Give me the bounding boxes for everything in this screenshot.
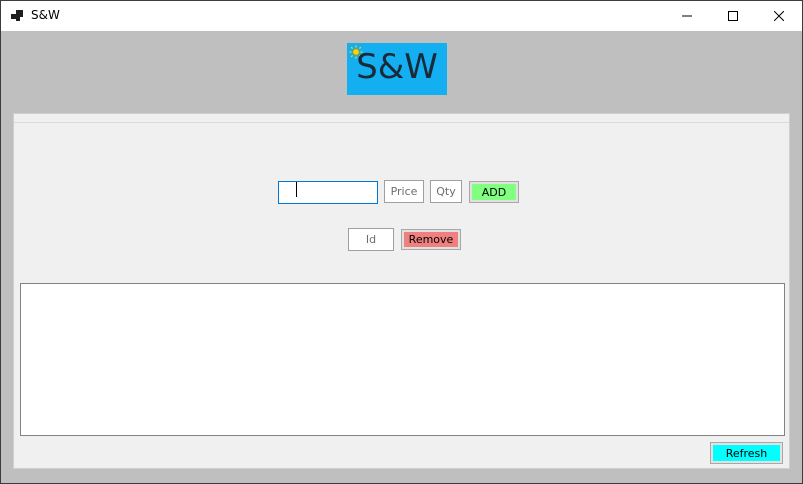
qty-input[interactable] [430,180,462,203]
window-bottom-edge [1,469,802,483]
add-button-label: ADD [472,184,516,200]
remove-button-label: Remove [404,232,458,247]
panel-divider [14,122,789,123]
header-area: S&W [1,31,802,113]
main-panel: ADD Remove Refresh [13,113,790,469]
id-input[interactable] [348,228,394,251]
logo-text: S&W [356,47,438,87]
remove-button[interactable]: Remove [401,229,461,250]
app-window: S&W S&W Price Qty ADD Id Remove Refresh [0,0,803,484]
title-bar[interactable]: S&W [1,1,802,31]
app-icon [11,10,23,22]
minimize-button[interactable] [664,1,710,31]
add-button[interactable]: ADD [469,181,519,203]
close-icon [774,11,784,21]
minimize-icon [682,15,692,17]
close-button[interactable] [756,1,802,31]
maximize-button[interactable] [710,1,756,31]
refresh-button[interactable]: Refresh [710,442,783,464]
window-title: S&W [31,8,60,22]
items-listbox[interactable] [20,283,785,436]
refresh-button-label: Refresh [713,445,780,461]
price-input[interactable] [384,180,424,203]
text-caret [296,182,297,197]
name-input[interactable] [278,181,378,204]
logo: S&W [347,43,447,95]
maximize-icon [728,11,738,21]
